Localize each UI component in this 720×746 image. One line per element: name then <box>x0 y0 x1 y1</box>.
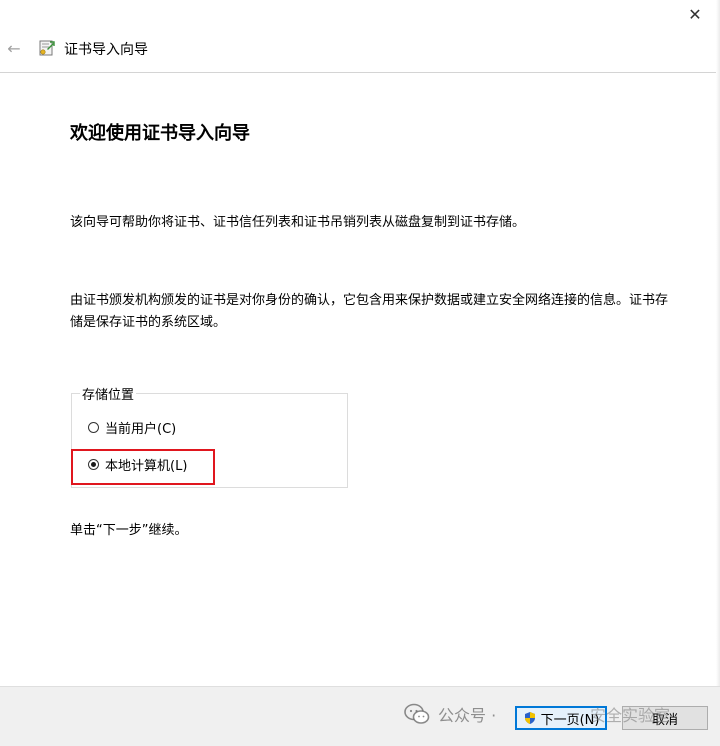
radio-current-user-label: 当前用户(C) <box>105 422 177 437</box>
back-arrow-icon: ← <box>7 38 21 58</box>
wizard-header: ← 证书导入向导 <box>0 30 720 73</box>
page-title: 欢迎使用证书导入向导 <box>70 123 250 144</box>
next-button-label: 下一页(N) <box>540 712 600 728</box>
store-location-legend: 存储位置 <box>80 384 137 403</box>
scroll-edge <box>716 0 720 686</box>
certificate-import-wizard-window: ✕ ← 证书导入向导 欢迎使用证书导入向导 该向导可帮助你将证书、证书信任列表和… <box>0 0 720 746</box>
radio-button-unchecked[interactable] <box>88 422 99 433</box>
cancel-button[interactable]: 取消 <box>622 706 708 730</box>
uac-shield-icon <box>524 712 535 724</box>
wizard-footer <box>0 686 720 746</box>
back-button[interactable]: ← <box>4 38 24 58</box>
certificate-wizard-icon <box>39 40 55 56</box>
cancel-button-label: 取消 <box>651 712 678 728</box>
next-button[interactable]: 下一页(N) <box>515 706 607 730</box>
close-button[interactable]: ✕ <box>680 2 710 26</box>
close-icon: ✕ <box>688 4 702 24</box>
description-paragraph-1: 该向导可帮助你将证书、证书信任列表和证书吊销列表从磁盘复制到证书存储。 <box>70 215 526 230</box>
radio-current-user[interactable]: 当前用户(C) <box>88 418 176 437</box>
description-paragraph-2: 由证书颁发机构颁发的证书是对你身份的确认，它包含用来保护数据或建立安全网络连接的… <box>70 293 669 330</box>
wizard-title: 证书导入向导 <box>64 42 148 58</box>
instruction-text: 单击“下一步”继续。 <box>70 523 188 538</box>
red-highlight-box <box>71 449 215 485</box>
